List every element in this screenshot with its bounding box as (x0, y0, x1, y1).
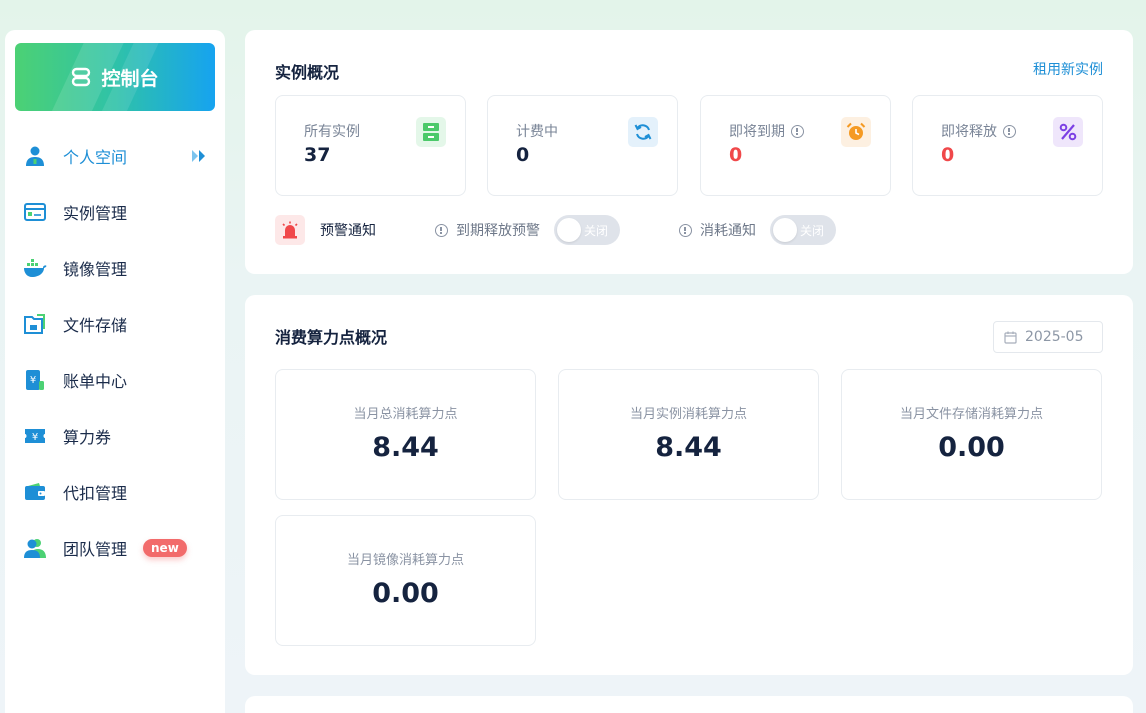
stat-value: 8.44 (655, 432, 722, 463)
sidebar-item-label: 代扣管理 (63, 484, 128, 503)
sidebar-item-label: 算力券 (63, 428, 112, 447)
coupon-icon: ¥ (23, 424, 47, 448)
team-icon (23, 536, 47, 560)
expiring-instances-card[interactable]: 即将到期 0 (700, 95, 891, 196)
sidebar-item-file-storage[interactable]: 文件存储 (5, 296, 225, 352)
card-label: 即将释放 (941, 124, 997, 140)
info-icon[interactable] (679, 223, 692, 237)
next-panel (245, 696, 1133, 713)
stat-label: 当月文件存储消耗算力点 (899, 407, 1043, 422)
file-storage-consumption-card: 当月文件存储消耗算力点 0.00 (841, 369, 1102, 500)
stat-value: 0.00 (938, 432, 1005, 463)
sidebar-item-label: 文件存储 (63, 316, 128, 335)
card-label: 计费中 (516, 124, 558, 140)
card-value: 37 (304, 144, 331, 166)
image-consumption-card: 当月镜像消耗算力点 0.00 (275, 515, 536, 646)
arrow-right-icon (192, 150, 205, 162)
sidebar-item-team-management[interactable]: 团队管理 new (5, 520, 225, 576)
stat-label: 当月实例消耗算力点 (629, 407, 747, 422)
consume-notification-label: 消耗通知 (700, 223, 756, 239)
stat-value: 8.44 (372, 432, 439, 463)
toggle-knob (557, 218, 581, 242)
folder-icon (23, 312, 47, 336)
consumption-overview-title: 消费算力点概况 (275, 328, 388, 347)
sidebar-item-image-management[interactable]: 镜像管理 (5, 240, 225, 296)
billing-instances-card[interactable]: 计费中 0 (487, 95, 678, 196)
stat-value: 0.00 (372, 578, 439, 609)
expire-release-warning-toggle[interactable]: 关闭 (554, 215, 620, 245)
card-label: 即将到期 (729, 124, 785, 140)
sidebar: 控制台 个人空间 实例管理 镜像管理 文件存储 ¥ 账单中心 ¥ 算力券 代扣管… (5, 30, 225, 713)
expire-release-warning-option: 到期释放预警 关闭 (435, 215, 620, 245)
total-consumption-card: 当月总消耗算力点 8.44 (275, 369, 536, 500)
info-icon[interactable] (435, 223, 448, 237)
instance-overview-panel: 实例概况 租用新实例 所有实例 37 计费中 0 即将到期 0 即将释放 0 预… (245, 30, 1133, 274)
warning-notification-label: 预警通知 (320, 223, 376, 239)
sidebar-item-billing-center[interactable]: ¥ 账单中心 (5, 352, 225, 408)
card-label: 所有实例 (304, 124, 360, 140)
consume-notification-option: 消耗通知 关闭 (679, 215, 836, 245)
console-button[interactable]: 控制台 (15, 43, 215, 111)
server-icon (416, 117, 446, 147)
docker-icon (23, 256, 47, 280)
card-value: 0 (516, 144, 530, 166)
new-badge: new (143, 539, 187, 557)
info-icon[interactable] (791, 124, 804, 138)
toggle-label: 关闭 (800, 224, 825, 238)
sidebar-item-label: 团队管理 (63, 540, 128, 559)
instance-icon (23, 200, 47, 224)
sidebar-item-label: 个人空间 (63, 148, 128, 167)
releasing-instances-card[interactable]: 即将释放 0 (912, 95, 1103, 196)
consumption-overview-panel: 消费算力点概况 2025-05 当月总消耗算力点 8.44 当月实例消耗算力点 … (245, 295, 1133, 675)
card-value: 0 (729, 144, 743, 166)
consume-notification-toggle[interactable]: 关闭 (770, 215, 836, 245)
sidebar-item-instance-management[interactable]: 实例管理 (5, 184, 225, 240)
instance-consumption-card: 当月实例消耗算力点 8.44 (558, 369, 819, 500)
svg-text:¥: ¥ (32, 432, 38, 443)
wallet-icon (23, 480, 47, 504)
stat-label: 当月总消耗算力点 (353, 407, 458, 422)
svg-text:¥: ¥ (30, 375, 36, 386)
refresh-icon (628, 117, 658, 147)
sidebar-item-label: 实例管理 (63, 204, 128, 223)
expire-release-warning-label: 到期释放预警 (456, 223, 540, 239)
user-icon (23, 144, 47, 168)
info-icon[interactable] (1003, 124, 1016, 138)
sidebar-item-label: 账单中心 (63, 372, 128, 391)
release-icon (1053, 117, 1083, 147)
sidebar-item-label: 镜像管理 (63, 260, 128, 279)
sidebar-nav: 个人空间 实例管理 镜像管理 文件存储 ¥ 账单中心 ¥ 算力券 代扣管理 团队… (5, 128, 225, 576)
sidebar-item-personal-space[interactable]: 个人空间 (5, 128, 225, 184)
toggle-knob (773, 218, 797, 242)
sidebar-item-compute-coupon[interactable]: ¥ 算力券 (5, 408, 225, 464)
stat-label: 当月镜像消耗算力点 (346, 553, 464, 568)
calendar-icon (1004, 331, 1017, 344)
alarm-clock-icon (841, 117, 871, 147)
card-value: 0 (941, 144, 955, 166)
console-icon (72, 67, 91, 87)
toggle-label: 关闭 (584, 224, 609, 238)
all-instances-card[interactable]: 所有实例 37 (275, 95, 466, 196)
warning-notification-row: 预警通知 (275, 214, 376, 246)
console-label: 控制台 (101, 67, 159, 90)
bill-icon: ¥ (23, 368, 47, 392)
sidebar-item-auto-debit[interactable]: 代扣管理 (5, 464, 225, 520)
siren-icon (275, 215, 305, 245)
month-picker[interactable]: 2025-05 (993, 321, 1103, 353)
month-picker-value: 2025-05 (1025, 329, 1084, 345)
instance-overview-title: 实例概况 (275, 63, 340, 82)
rent-new-instance-link[interactable]: 租用新实例 (1033, 59, 1103, 79)
